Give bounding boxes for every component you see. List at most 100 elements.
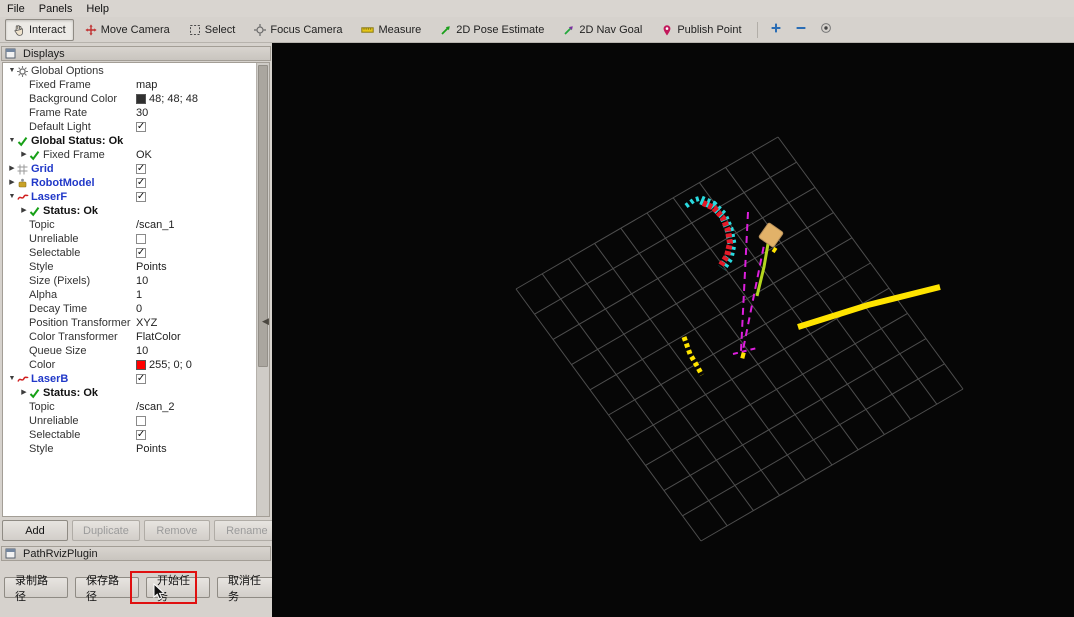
property-value[interactable]: 1 [136,288,142,302]
measure-icon [361,24,375,36]
property-value[interactable]: 10 [136,344,148,358]
expander-right-icon[interactable]: ▶ [19,204,29,218]
tree-row[interactable]: Topic/scan_2 [3,400,257,414]
property-checkbox[interactable] [136,234,146,244]
displays-panel-header[interactable]: Displays [1,46,271,61]
property-value[interactable]: FlatColor [136,330,181,344]
tree-row[interactable]: Default Light ✓ [3,120,257,134]
tree-row[interactable]: ▼ LaserB ✓ [3,372,257,386]
tree-row[interactable]: Alpha 1 [3,288,257,302]
property-value[interactable]: 0 [136,302,142,316]
property-value[interactable]: 30 [136,106,148,120]
property-checkbox[interactable]: ✓ [136,122,146,132]
property-value[interactable]: Points [136,260,167,274]
property-checkbox[interactable]: ✓ [136,192,146,202]
tree-row-label: Default Light [29,121,91,133]
tree-row[interactable]: Unreliable [3,232,257,246]
expander-right-icon[interactable]: ▶ [19,386,29,400]
splitter-collapse-icon[interactable]: ◀ [262,316,269,327]
tree-row[interactable]: Style Points [3,260,257,274]
property-checkbox[interactable]: ✓ [136,374,146,384]
tool-remove-tool-button[interactable] [790,19,812,41]
expander-right-icon[interactable]: ▶ [7,176,17,190]
tool-add-tool-button[interactable] [765,19,787,41]
property-value[interactable]: Points [136,442,167,456]
property-checkbox[interactable]: ✓ [136,248,146,258]
property-value[interactable]: /scan_1 [136,218,175,232]
property-checkbox[interactable]: ✓ [136,164,146,174]
tree-row[interactable]: Selectable ✓ [3,246,257,260]
tree-row[interactable]: ▶ RobotModel ✓ [3,176,257,190]
tree-scrollbar[interactable] [256,63,269,516]
tree-row-label: Selectable [29,429,81,441]
tree-row[interactable]: ▼ LaserF ✓ [3,190,257,204]
tree-row[interactable]: Color Transformer FlatColor [3,330,257,344]
menu-file[interactable]: File [0,2,32,16]
property-checkbox[interactable]: ✓ [136,430,146,440]
tree-row[interactable]: Size (Pixels) 10 [3,274,257,288]
expander-right-icon[interactable]: ▶ [7,162,17,176]
expander-down-icon[interactable]: ▼ [7,190,17,204]
tool-focus-camera[interactable]: Focus Camera [246,19,350,41]
tool-pose-estimate-label: 2D Pose Estimate [456,23,545,36]
tool-measure[interactable]: Measure [353,19,429,41]
tree-row[interactable]: Fixed Frame map [3,78,257,92]
expander-down-icon[interactable]: ▼ [7,64,17,78]
tool-tool-properties-button[interactable] [815,19,837,41]
toolbar: Interact Move Camera Select Focus Camera Mea… [0,17,1074,43]
plugin-button-2[interactable]: 保存路径 [75,575,139,603]
property-value[interactable]: /scan_2 [136,400,175,414]
expander-right-icon[interactable]: ▶ [19,148,29,162]
tree-row[interactable]: Unreliable [3,414,257,428]
tree-row[interactable]: ▶ Grid ✓ [3,162,257,176]
tool-move-camera[interactable]: Move Camera [77,19,178,41]
property-value[interactable]: 10 [136,274,148,288]
move-camera-icon [85,23,97,36]
tool-interact[interactable]: Interact [5,18,74,41]
tree-row[interactable]: Queue Size 10 [3,344,257,358]
tool-pose-estimate[interactable]: 2D Pose Estimate [432,19,552,41]
tree-row[interactable]: ▼ Global Options [3,64,257,78]
pathrviz-panel-title: PathRvizPlugin [23,547,98,560]
color-swatch[interactable] [136,94,146,104]
property-checkbox[interactable] [136,416,146,426]
status-ok-icon [29,150,43,161]
toolbar-separator [756,21,758,38]
tree-row[interactable]: ▶ Status: Ok [3,204,257,218]
tree-row[interactable]: Position Transformer XYZ [3,316,257,330]
tree-row[interactable]: Topic/scan_1 [3,218,257,232]
tree-row[interactable]: ▶ Fixed Frame OK [3,148,257,162]
plugin-button-1[interactable]: 录制路径 [4,575,68,603]
add-button[interactable]: Add [2,520,68,541]
displays-tree[interactable]: ▼ Global Options Fixed Frame map Background … [2,62,270,517]
property-value[interactable]: XYZ [136,316,157,330]
property-checkbox[interactable]: ✓ [136,178,146,188]
displays-panel-icon [5,48,19,59]
tree-row[interactable]: ▼ Global Status: Ok [3,134,257,148]
tool-publish-point[interactable]: Publish Point [653,19,749,41]
pathrviz-panel-header[interactable]: PathRvizPlugin [1,546,271,561]
tree-row-label: Style [29,261,54,273]
menu-panels[interactable]: Panels [32,2,80,16]
tree-row[interactable]: Background Color 48; 48; 48 [3,92,257,106]
tree-row[interactable]: ▶ Status: Ok [3,386,257,400]
expander-down-icon[interactable]: ▼ [7,372,17,386]
tree-row[interactable]: Frame Rate 30 [3,106,257,120]
property-value[interactable]: OK [136,148,152,162]
grid-icon [17,164,31,175]
tree-row-label: Color Transformer [29,331,118,343]
3d-viewport[interactable] [272,43,1074,617]
menu-help[interactable]: Help [79,2,116,16]
tree-row[interactable]: Color 255; 0; 0 [3,358,257,372]
tool-nav-goal[interactable]: 2D Nav Goal [555,19,650,41]
tool-measure-label: Measure [378,23,422,36]
plugin-button-3[interactable]: 开始任务 [146,575,210,603]
tree-row[interactable]: Style Points [3,442,257,456]
tree-row[interactable]: Selectable ✓ [3,428,257,442]
expander-down-icon[interactable]: ▼ [7,134,17,148]
tree-row-label: LaserB [31,373,69,385]
color-swatch[interactable] [136,360,146,370]
property-value[interactable]: map [136,78,157,92]
tree-row[interactable]: Decay Time 0 [3,302,257,316]
tool-select[interactable]: Select [181,19,244,41]
